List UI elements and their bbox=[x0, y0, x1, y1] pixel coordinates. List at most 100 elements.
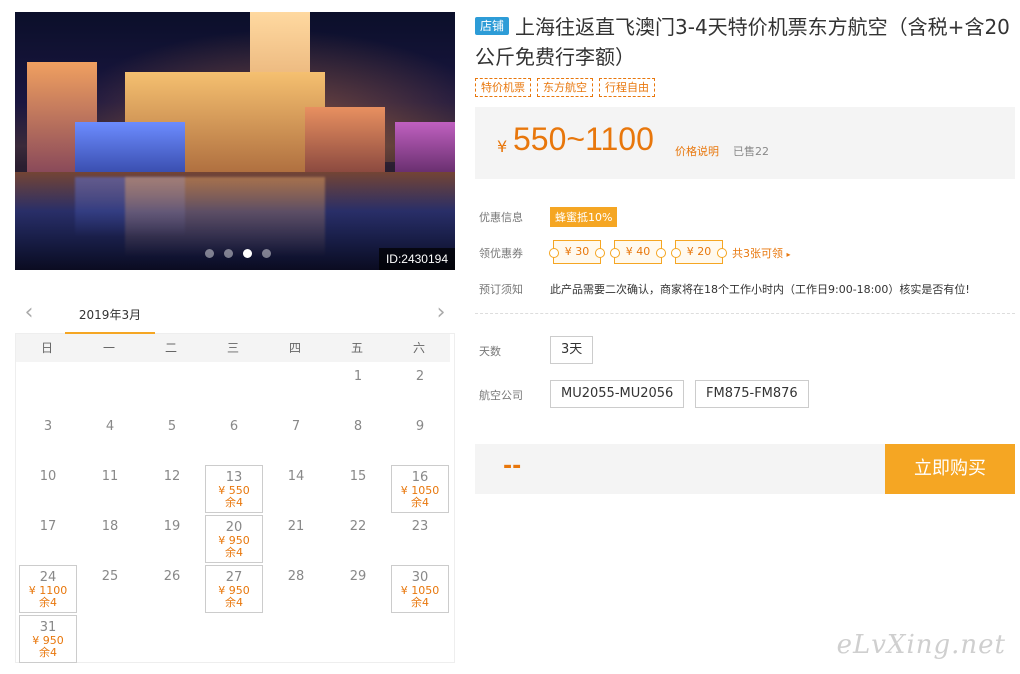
price-note-link[interactable]: 价格说明 bbox=[675, 143, 719, 159]
day-number: 15 bbox=[349, 469, 367, 484]
calendar-cell: 13 ¥ 550 余4 bbox=[202, 462, 264, 513]
day-number: 1 bbox=[353, 369, 363, 384]
currency-symbol: ¥ bbox=[497, 137, 508, 156]
calendar-blank bbox=[16, 362, 78, 412]
calendar-day: 5 bbox=[143, 415, 201, 463]
sold-count: 已售22 bbox=[733, 145, 769, 158]
calendar-grid: 日一二三四五六 1 2 3 4 5 6 7 8 9 10 11 12 13 ¥ 550 余4 14 15 16 ¥ 1… bbox=[15, 334, 455, 663]
calendar-cell: 17 bbox=[16, 512, 78, 562]
day-number: 14 bbox=[287, 469, 305, 484]
coupon-more-text: 共3张可领 bbox=[732, 247, 783, 260]
day-number: 9 bbox=[415, 419, 425, 434]
discount-label: 优惠信息 bbox=[479, 211, 523, 224]
calendar-cell: 2 bbox=[388, 362, 450, 412]
day-number: 7 bbox=[291, 419, 301, 434]
product-photo[interactable]: ID:2430194 bbox=[15, 12, 455, 270]
distant-building bbox=[395, 122, 455, 172]
calendar-day: 4 bbox=[81, 415, 139, 463]
day-number: 8 bbox=[353, 419, 363, 434]
notice-row: 预订须知 此产品需要二次确认，商家将在18个工作小时内（工作日9:00-18:0… bbox=[475, 271, 1015, 307]
product-tag: 东方航空 bbox=[537, 78, 593, 97]
calendar-day-available[interactable]: 27 ¥ 950 余4 bbox=[205, 565, 263, 613]
day-number: 10 bbox=[39, 469, 57, 484]
date-calendar: ‹ 2019年3月 › 日一二三四五六 1 2 3 4 5 6 7 8 9 10 11 12 13 ¥ 55… bbox=[15, 298, 455, 663]
calendar-cell: 11 bbox=[78, 462, 140, 512]
calendar-day: 23 bbox=[391, 515, 449, 563]
calendar-cell: 18 bbox=[78, 512, 140, 562]
weekday-header: 五 bbox=[326, 334, 388, 362]
shop-tag[interactable]: 店铺 bbox=[475, 17, 510, 35]
info-section: 优惠信息 蜂蜜抵10% 领优惠券 ¥ 30 ¥ 40 ¥ 20 共3张可领 ▸ … bbox=[475, 199, 1015, 314]
day-number: 27 bbox=[225, 570, 243, 585]
calendar-day-available[interactable]: 31 ¥ 950 余4 bbox=[19, 615, 77, 663]
calendar-day: 15 bbox=[329, 465, 387, 513]
calendar-day: 14 bbox=[267, 465, 325, 513]
calendar-cell: 12 bbox=[140, 462, 202, 512]
day-number: 29 bbox=[349, 569, 367, 584]
calendar-day: 3 bbox=[19, 415, 77, 463]
calendar-day: 2 bbox=[391, 365, 449, 413]
buy-now-button[interactable]: 立即购买 bbox=[885, 444, 1015, 494]
day-number: 6 bbox=[229, 419, 239, 434]
day-stock: 余4 bbox=[225, 596, 243, 609]
calendar-cell: 5 bbox=[140, 412, 202, 462]
calendar-day-available[interactable]: 16 ¥ 1050 余4 bbox=[391, 465, 449, 513]
chevron-left-icon[interactable]: ‹ bbox=[19, 302, 39, 326]
divider bbox=[475, 313, 1015, 314]
price-box: ¥ 550~1100 价格说明 已售22 bbox=[475, 107, 1015, 179]
calendar-cell: 15 bbox=[326, 462, 388, 512]
day-number: 4 bbox=[105, 419, 115, 434]
chevron-right-icon[interactable]: › bbox=[431, 302, 451, 326]
options-section: 天数 3天 航空公司 MU2055-MU2056 FM875-FM876 bbox=[475, 328, 1015, 416]
calendar-day-available[interactable]: 30 ¥ 1050 余4 bbox=[391, 565, 449, 613]
caret-right-icon: ▸ bbox=[786, 250, 791, 259]
weekday-header: 六 bbox=[388, 334, 450, 362]
days-option[interactable]: 3天 bbox=[550, 336, 594, 364]
airline-row: 航空公司 MU2055-MU2056 FM875-FM876 bbox=[475, 372, 1015, 416]
calendar-cell: 19 bbox=[140, 512, 202, 562]
coupon-ticket[interactable]: ¥ 30 bbox=[549, 240, 605, 264]
carousel-dot[interactable] bbox=[205, 249, 214, 258]
day-number: 25 bbox=[101, 569, 119, 584]
day-number: 3 bbox=[43, 419, 53, 434]
calendar-cell: 25 bbox=[78, 562, 140, 612]
photo-id: ID:2430194 bbox=[378, 248, 455, 270]
reflection-gold bbox=[125, 177, 325, 257]
calendar-day: 12 bbox=[143, 465, 201, 513]
carousel-dot[interactable] bbox=[262, 249, 271, 258]
day-number: 21 bbox=[287, 519, 305, 534]
calendar-cell: 29 bbox=[326, 562, 388, 612]
weekday-header: 四 bbox=[264, 334, 326, 362]
day-number: 2 bbox=[415, 369, 425, 384]
calendar-day: 26 bbox=[143, 565, 201, 613]
day-number: 22 bbox=[349, 519, 367, 534]
calendar-day-available[interactable]: 24 ¥ 1100 余4 bbox=[19, 565, 77, 613]
flight-option[interactable]: MU2055-MU2056 bbox=[550, 380, 685, 408]
coupon-ticket[interactable]: ¥ 40 bbox=[610, 240, 666, 264]
site-watermark: eLvXing.net bbox=[836, 630, 1006, 660]
calendar-cell: 1 bbox=[326, 362, 388, 412]
calendar-cell: 24 ¥ 1100 余4 bbox=[16, 562, 78, 613]
day-stock: 余4 bbox=[225, 496, 243, 509]
price-range: 550~1100 bbox=[513, 121, 654, 157]
day-number: 16 bbox=[411, 470, 429, 485]
coupon-ticket[interactable]: ¥ 20 bbox=[671, 240, 727, 264]
calendar-cell: 21 bbox=[264, 512, 326, 562]
calendar-cell: 9 bbox=[388, 412, 450, 462]
carousel-dot[interactable] bbox=[224, 249, 233, 258]
day-stock: 余4 bbox=[411, 596, 429, 609]
coupon-more-link[interactable]: 共3张可领 ▸ bbox=[732, 245, 791, 261]
calendar-blank bbox=[264, 362, 326, 412]
calendar-cell: 3 bbox=[16, 412, 78, 462]
calendar-day-available[interactable]: 20 ¥ 950 余4 bbox=[205, 515, 263, 563]
days-label: 天数 bbox=[479, 345, 501, 358]
carousel-dot-active[interactable] bbox=[243, 249, 252, 258]
flight-option[interactable]: FM875-FM876 bbox=[695, 380, 809, 408]
day-number: 26 bbox=[163, 569, 181, 584]
day-number: 23 bbox=[411, 519, 429, 534]
calendar-day-available[interactable]: 13 ¥ 550 余4 bbox=[205, 465, 263, 513]
calendar-cell: 30 ¥ 1050 余4 bbox=[388, 562, 450, 613]
carousel-dots bbox=[205, 249, 271, 258]
blue-arcade bbox=[75, 122, 185, 172]
calendar-cell: 20 ¥ 950 余4 bbox=[202, 512, 264, 563]
